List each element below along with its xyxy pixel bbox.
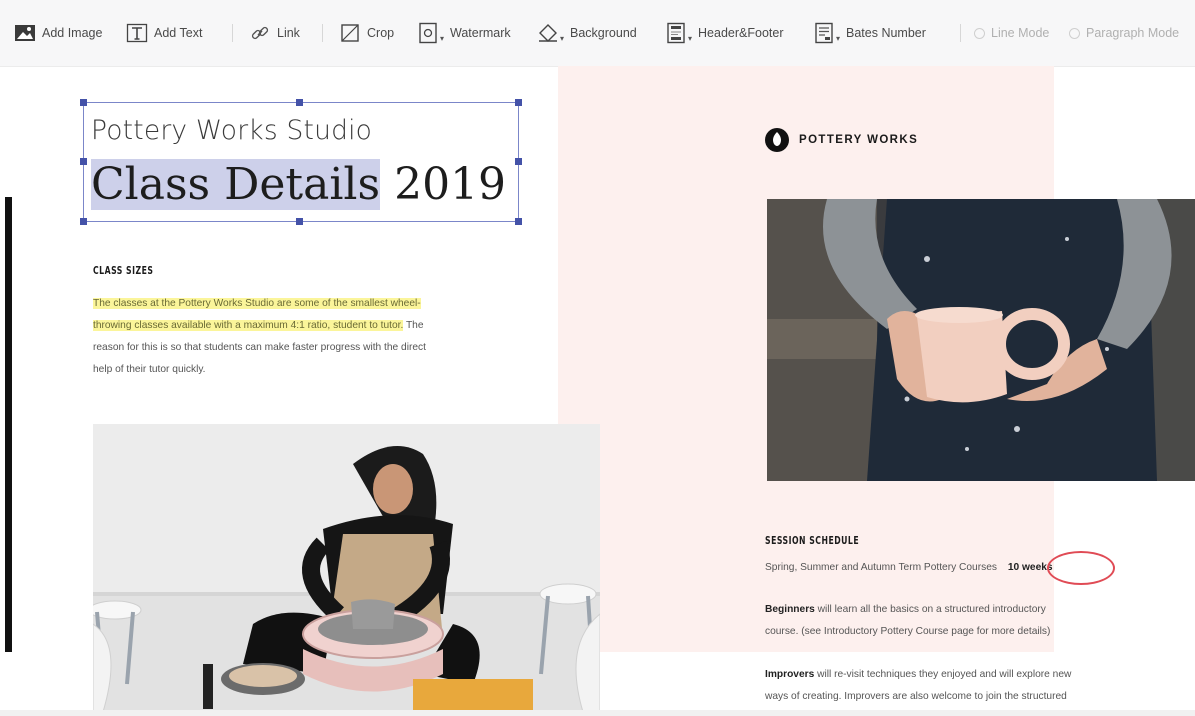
line-mode-option[interactable]: Line Mode <box>974 0 1049 66</box>
crop-label: Crop <box>367 26 395 40</box>
add-image-label: Add Image <box>42 26 103 40</box>
watermark-icon <box>417 22 439 44</box>
text-box-icon <box>126 22 148 44</box>
bottom-strip <box>0 710 1195 716</box>
paragraph-text: will learn all the basics on a structure… <box>814 604 1046 615</box>
paragraph-text: Spring, Summer and Autumn Term Pottery C… <box>765 562 997 573</box>
brand-name: POTTERY WORKS <box>799 134 919 146</box>
bates-number-icon <box>813 22 835 44</box>
toolbar-divider <box>322 24 323 42</box>
resize-handle[interactable] <box>515 158 522 165</box>
bates-number-label: Bates Number <box>846 26 926 40</box>
header-footer-button[interactable]: ▾ Header&Footer <box>665 0 783 66</box>
resize-handle[interactable] <box>80 218 87 225</box>
mug-in-hands-photo[interactable] <box>767 199 1195 481</box>
header-footer-label: Header&Footer <box>698 26 784 40</box>
selected-title-text[interactable]: Class Details <box>91 159 381 210</box>
paragraph-mode-option[interactable]: Paragraph Mode <box>1069 0 1179 66</box>
crop-icon <box>339 22 361 44</box>
radio-icon <box>1069 27 1080 39</box>
paragraph-mode-label: Paragraph Mode <box>1086 26 1180 40</box>
studio-name[interactable]: Pottery Works Studio <box>91 115 372 146</box>
paragraph-text: help of their tutor quickly. <box>93 364 206 375</box>
class-sizes-paragraph[interactable]: The classes at the Pottery Works Studio … <box>93 293 563 381</box>
crop-button[interactable]: Crop <box>339 0 394 66</box>
highlighted-text: The classes at the Pottery Works Studio … <box>93 298 421 309</box>
paragraph-text: reason for this is so that students can … <box>93 342 426 353</box>
link-button[interactable]: Link <box>249 0 300 66</box>
line-mode-label: Line Mode <box>991 26 1050 40</box>
radio-icon <box>974 27 985 39</box>
add-text-label: Add Text <box>154 26 203 40</box>
add-text-button[interactable]: Add Text <box>126 0 202 66</box>
improvers-paragraph[interactable]: Improvers will re-visit techniques they … <box>765 664 1071 708</box>
chevron-down-icon: ▾ <box>688 33 693 43</box>
session-schedule-heading[interactable]: SESSION SCHEDULE <box>765 535 859 547</box>
resize-handle[interactable] <box>296 218 303 225</box>
toolbar-divider <box>232 24 233 42</box>
paragraph-text: The <box>403 320 424 331</box>
bates-number-button[interactable]: ▾ Bates Number <box>813 0 926 66</box>
beginners-paragraph[interactable]: Beginners will learn all the basics on a… <box>765 599 1050 643</box>
paragraph-text: ways of creating. Improvers are also wel… <box>765 691 1067 702</box>
background-button[interactable]: ▾ Background <box>537 0 637 66</box>
duration-text: 10 weeks <box>1007 562 1053 573</box>
resize-handle[interactable] <box>515 218 522 225</box>
chevron-down-icon: ▾ <box>440 33 445 43</box>
header-footer-icon <box>665 22 687 44</box>
chevron-down-icon: ▾ <box>836 33 841 43</box>
improvers-label: Improvers <box>765 669 815 680</box>
link-label: Link <box>277 26 300 40</box>
highlighted-text: throwing classes available with a maximu… <box>93 320 404 331</box>
title-year[interactable]: 2019 <box>394 159 506 210</box>
background-label: Background <box>570 26 637 40</box>
background-icon <box>537 22 559 44</box>
paragraph-text: will re-visit techniques they enjoyed an… <box>814 669 1072 680</box>
page-title[interactable]: Class Details 2019 <box>91 156 506 214</box>
pottery-works-logo <box>765 128 789 152</box>
paragraph-text: course. (see Introductory Pottery Course… <box>765 626 1051 637</box>
page-edge-bar <box>5 197 12 652</box>
editor-toolbar: Add Image Add Text Link Crop ▾ Watermark… <box>0 0 1195 67</box>
image-icon <box>14 22 36 44</box>
watermark-label: Watermark <box>450 26 511 40</box>
beginners-label: Beginners <box>765 604 815 615</box>
resize-handle[interactable] <box>296 99 303 106</box>
add-image-button[interactable]: Add Image <box>14 0 102 66</box>
resize-handle[interactable] <box>80 158 87 165</box>
circle-annotation[interactable] <box>1047 551 1115 585</box>
toolbar-divider <box>960 24 961 42</box>
link-icon <box>249 22 271 44</box>
potter-at-wheel-photo[interactable] <box>93 424 600 712</box>
pottery-works-brand: POTTERY WORKS <box>765 128 918 152</box>
chevron-down-icon: ▾ <box>560 33 565 43</box>
class-sizes-heading[interactable]: CLASS SIZES <box>93 265 153 277</box>
watermark-button[interactable]: ▾ Watermark <box>417 0 511 66</box>
resize-handle[interactable] <box>80 99 87 106</box>
resize-handle[interactable] <box>515 99 522 106</box>
session-terms-line[interactable]: Spring, Summer and Autumn Term Pottery C… <box>765 557 1053 579</box>
